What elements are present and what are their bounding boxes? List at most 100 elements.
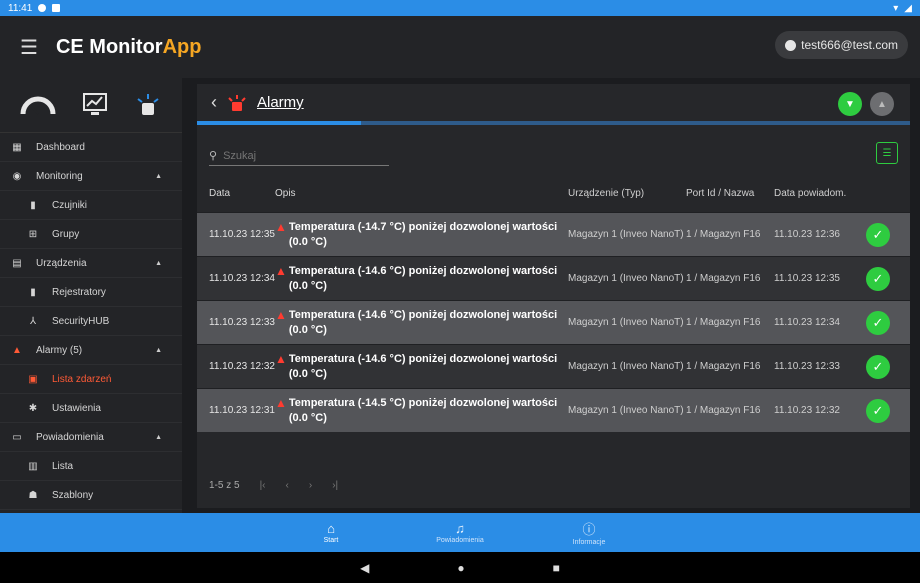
warning-icon: ▲: [275, 263, 287, 278]
filter-button[interactable]: ▼: [838, 92, 862, 116]
row-notification-date: 11.10.23 12:34: [774, 317, 840, 328]
row-notification-date: 11.10.23 12:35: [774, 273, 840, 284]
sidebar-item-dashboard[interactable]: ▦ Dashboard: [0, 133, 182, 162]
siren-icon: [228, 94, 246, 111]
recents-square-icon[interactable]: ■: [553, 561, 560, 575]
row-device: Magazyn 1 (Inveo NanoT): [568, 405, 684, 416]
acknowledge-check-icon[interactable]: ✓: [866, 354, 890, 379]
search-icon: ⚲: [209, 150, 218, 162]
page-progress-fill: [197, 121, 361, 125]
first-page-icon[interactable]: |‹: [260, 480, 266, 491]
page-range: 1-5 z 5: [209, 480, 240, 491]
user-account-chip[interactable]: test666@test.com: [775, 31, 908, 59]
panel-header: ‹ Alarmy ▼ ▲: [197, 84, 910, 121]
row-notification-date: 11.10.23 12:36: [774, 229, 840, 240]
warning-icon: ▲: [275, 219, 287, 234]
bottom-nav-notifications[interactable]: ♫ Powiadomienia: [423, 513, 497, 552]
sidebar-item-lista-zdarzen[interactable]: ▣ Lista zdarzeń: [0, 365, 182, 394]
events-table: Data Opis Urządzenie (Typ) Port Id / Naz…: [197, 174, 910, 432]
acknowledge-check-icon[interactable]: ✓: [866, 222, 890, 247]
row-desc: ▲ Temperatura (-14.6 °C) poniżej dozwolon…: [275, 307, 558, 336]
bottom-nav-info[interactable]: ⓘ Informacje: [552, 513, 626, 552]
next-page-icon[interactable]: ›: [309, 480, 312, 491]
table-row[interactable]: 11.10.23 12:31 ▲ Temperatura (-14.5 °C) p…: [197, 388, 910, 432]
template-icon: ☗: [28, 489, 38, 501]
search-field[interactable]: ⚲: [209, 146, 389, 166]
sidebar-item-urzadzenia[interactable]: ▤ Urządzenia ▲: [0, 249, 182, 278]
navigation-button[interactable]: ▲: [870, 92, 894, 116]
chevron-up-icon: ▲: [155, 346, 162, 354]
system-navigation-bar: ◀ ● ■: [0, 552, 920, 583]
sidebar-item-czujniki[interactable]: ▮ Czujniki: [0, 191, 182, 220]
sidebar-item-ustawienia[interactable]: ✱ Ustawienia: [0, 394, 182, 423]
hamburger-menu-icon[interactable]: ☰: [20, 35, 38, 60]
row-desc: ▲ Temperatura (-14.6 °C) poniżej dozwolon…: [275, 263, 558, 292]
checklist-icon: ☰: [882, 147, 892, 159]
header-device[interactable]: Urządzenie (Typ): [568, 187, 686, 200]
back-triangle-icon[interactable]: ◀: [360, 561, 369, 575]
list-icon: ▣: [28, 373, 38, 385]
app-title: CE MonitorApp: [55, 35, 202, 58]
table-row[interactable]: 11.10.23 12:34 ▲ Temperatura (-14.6 °C) p…: [197, 256, 910, 300]
row-date: 11.10.23 12:32: [209, 361, 275, 372]
row-desc: ▲ Temperatura (-14.7 °C) poniżej dozwolon…: [275, 219, 558, 248]
message-icon: ▭: [12, 431, 22, 443]
bell-icon: ♫: [455, 521, 465, 536]
row-port: 1 / Magazyn F16: [686, 317, 761, 328]
gear-icon: ✱: [28, 402, 38, 414]
sidebar-item-securityhub[interactable]: ⅄ SecurityHUB: [0, 307, 182, 336]
home-icon: ⌂: [327, 521, 335, 536]
row-desc: ▲ Temperatura (-14.6 °C) poniżej dozwolon…: [275, 351, 558, 380]
table-header: Data Opis Urządzenie (Typ) Port Id / Naz…: [197, 174, 910, 212]
acknowledge-check-icon[interactable]: ✓: [866, 310, 890, 335]
home-circle-icon[interactable]: ●: [457, 561, 464, 575]
battery-saver-icon: [52, 4, 61, 12]
siren-icon[interactable]: [134, 91, 162, 119]
sidebar-item-lista[interactable]: ▥ Lista: [0, 452, 182, 481]
header-date[interactable]: Data: [197, 187, 275, 200]
filter-icon: ▼: [845, 98, 855, 110]
previous-page-icon[interactable]: ‹: [286, 480, 289, 491]
row-port: 1 / Magazyn F16: [686, 229, 761, 240]
sidebar-item-monitoring[interactable]: ◉ Monitoring ▲: [0, 162, 182, 191]
row-port: 1 / Magazyn F16: [686, 361, 761, 372]
sidebar-item-szablony[interactable]: ☗ Szablony: [0, 481, 182, 510]
row-device: Magazyn 1 (Inveo NanoT): [568, 317, 684, 328]
table-row[interactable]: 11.10.23 12:33 ▲ Temperatura (-14.6 °C) p…: [197, 300, 910, 344]
table-row[interactable]: 11.10.23 12:35 ▲ Temperatura (-14.7 °C) p…: [197, 212, 910, 256]
gauge-icon[interactable]: [20, 94, 56, 116]
row-notification-date: 11.10.23 12:33: [774, 361, 840, 372]
row-ack: ✓: [858, 354, 898, 379]
row-date: 11.10.23 12:31: [209, 405, 275, 416]
column-settings-button[interactable]: ☰: [876, 142, 898, 164]
warning-icon: ▲: [275, 307, 287, 322]
bottom-nav-start[interactable]: ⌂ Start: [294, 513, 368, 552]
monitor-chart-icon[interactable]: [81, 91, 109, 119]
sidebar-item-powiadomienia[interactable]: ▭ Powiadomienia ▲: [0, 423, 182, 452]
chevron-up-icon: ▲: [155, 259, 162, 267]
signal-icon: ◢: [904, 2, 912, 14]
acknowledge-check-icon[interactable]: ✓: [866, 266, 890, 291]
header-desc[interactable]: Opis: [275, 186, 568, 201]
acknowledge-check-icon[interactable]: ✓: [866, 398, 890, 423]
row-date: 11.10.23 12:35: [209, 229, 275, 240]
back-arrow-icon[interactable]: ‹: [211, 92, 217, 113]
header-notification-date[interactable]: Data powiadom.: [774, 187, 858, 200]
navigation-arrow-icon: ▲: [877, 98, 887, 110]
dashboard-icon: ▦: [12, 141, 22, 153]
header-port[interactable]: Port Id / Nazwa: [686, 187, 774, 200]
last-page-icon[interactable]: ›|: [332, 480, 338, 491]
search-input[interactable]: [223, 149, 374, 162]
warning-icon: ▲: [275, 351, 287, 366]
thermometer-icon: ▮: [30, 286, 36, 298]
page-title: Alarmy: [257, 94, 304, 111]
sidebar: ▦ Dashboard ◉ Monitoring ▲ ▮ Czujniki ⊞ Grupy…: [0, 78, 182, 513]
sidebar-item-rejestratory[interactable]: ▮ Rejestratory: [0, 278, 182, 307]
row-ack: ✓: [858, 398, 898, 423]
sidebar-item-alarmy[interactable]: ▲ Alarmy (5) ▲: [0, 336, 182, 365]
table-row[interactable]: 11.10.23 12:32 ▲ Temperatura (-14.6 °C) p…: [197, 344, 910, 388]
row-desc: ▲ Temperatura (-14.5 °C) poniżej dozwolon…: [275, 395, 558, 424]
row-port: 1 / Magazyn F16: [686, 405, 761, 416]
info-icon: ⓘ: [582, 522, 596, 537]
sidebar-item-grupy[interactable]: ⊞ Grupy: [0, 220, 182, 249]
